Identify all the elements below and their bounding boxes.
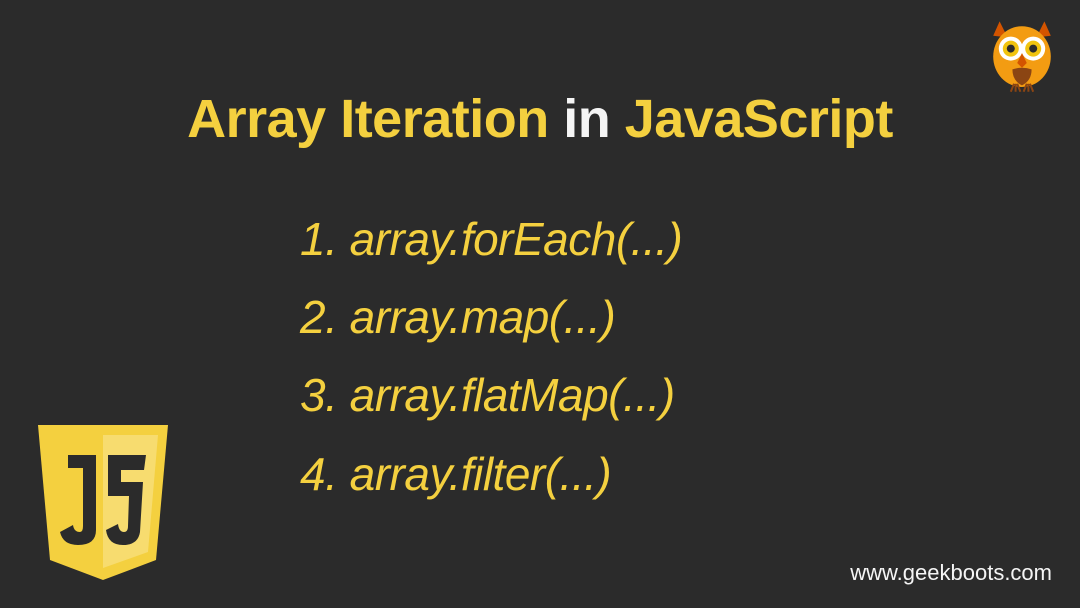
- footer-url: www.geekboots.com: [850, 560, 1052, 586]
- title-normal: in: [549, 89, 625, 149]
- list-item: 4. array.filter(...): [300, 435, 682, 513]
- list-item: 3. array.flatMap(...): [300, 356, 682, 434]
- page-title: Array Iteration in JavaScript: [187, 88, 893, 150]
- javascript-logo-icon: [28, 420, 178, 590]
- title-highlight-2: JavaScript: [625, 89, 893, 149]
- method-list: 1. array.forEach(...) 2. array.map(...) …: [300, 200, 682, 513]
- owl-logo-icon: [982, 15, 1062, 95]
- title-highlight-1: Array Iteration: [187, 89, 549, 149]
- list-item: 2. array.map(...): [300, 278, 682, 356]
- list-item: 1. array.forEach(...): [300, 200, 682, 278]
